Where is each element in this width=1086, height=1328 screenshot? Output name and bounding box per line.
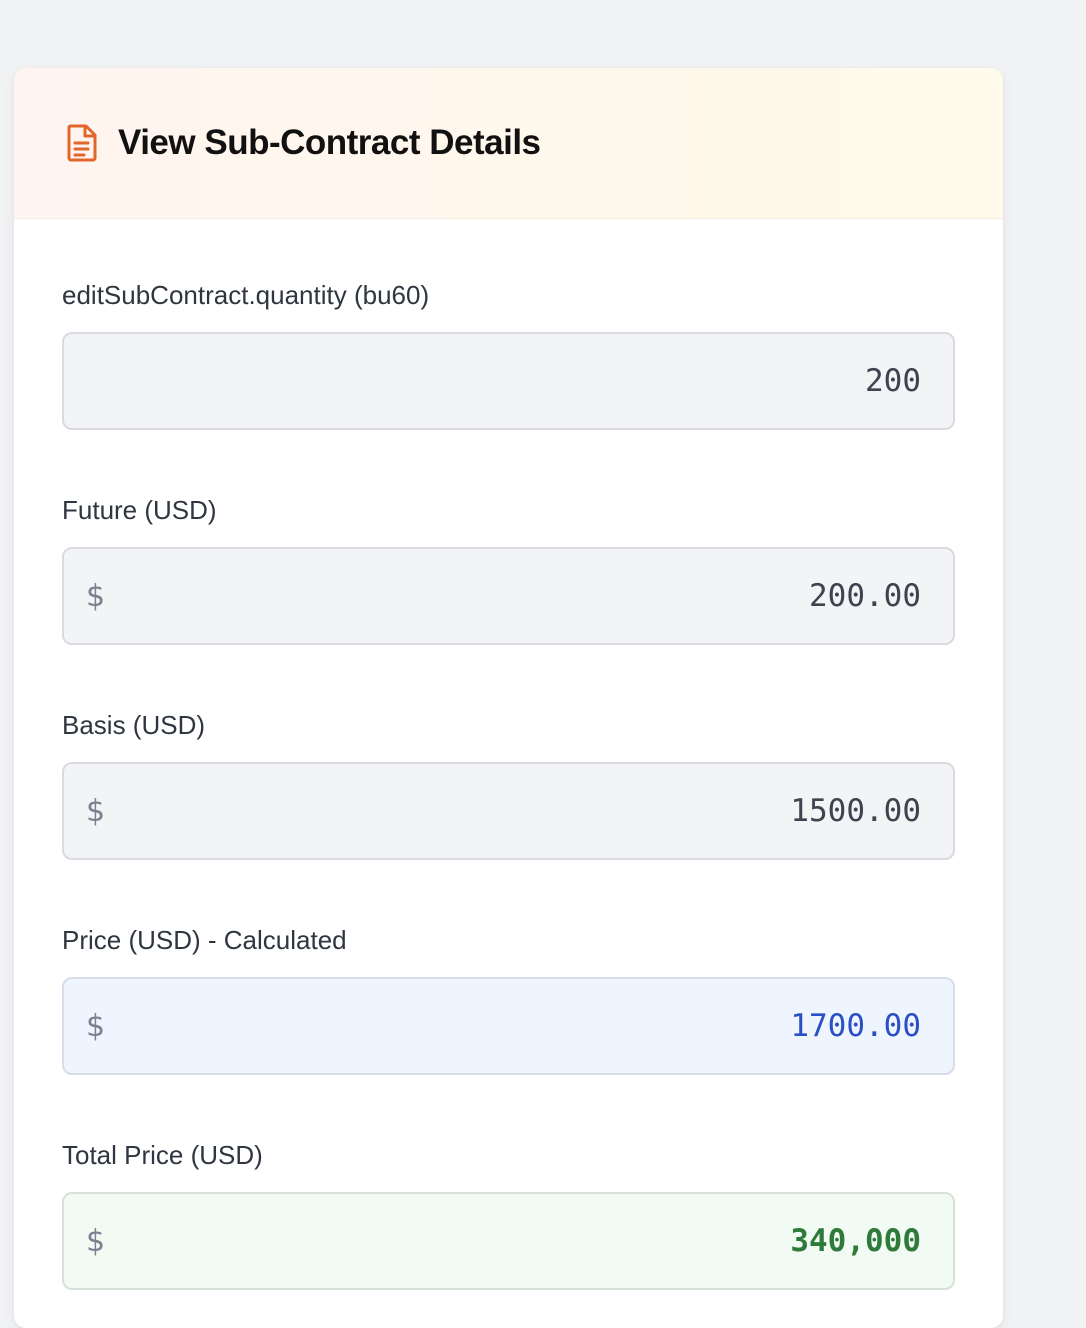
- total-price-input[interactable]: $ 340,000: [62, 1192, 955, 1290]
- price-field: Price (USD) - Calculated $ 1700.00: [62, 924, 955, 1075]
- future-label: Future (USD): [62, 495, 217, 525]
- total-price-field: Total Price (USD) $ 340,000: [62, 1139, 955, 1290]
- quantity-value: 200: [865, 363, 921, 399]
- card-body: editSubContract.quantity (bu60) 200 Futu…: [14, 219, 1003, 1290]
- quantity-label: editSubContract.quantity (bu60): [62, 280, 430, 310]
- price-value: 1700.00: [790, 1008, 921, 1044]
- price-label: Price (USD) - Calculated: [62, 925, 347, 955]
- future-field: Future (USD) $ 200.00: [62, 494, 955, 645]
- dollar-icon: $: [86, 793, 106, 829]
- page-title: View Sub-Contract Details: [118, 123, 541, 162]
- card-header: View Sub-Contract Details: [14, 68, 1003, 219]
- basis-input[interactable]: $ 1500.00: [62, 762, 955, 860]
- dollar-icon: $: [86, 1008, 106, 1044]
- price-input[interactable]: $ 1700.00: [62, 977, 955, 1075]
- quantity-field: editSubContract.quantity (bu60) 200: [62, 279, 955, 430]
- dollar-icon: $: [86, 1223, 106, 1259]
- dollar-icon: $: [86, 578, 106, 614]
- total-price-label: Total Price (USD): [62, 1140, 263, 1170]
- future-input[interactable]: $ 200.00: [62, 547, 955, 645]
- basis-field: Basis (USD) $ 1500.00: [62, 709, 955, 860]
- basis-value: 1500.00: [790, 793, 921, 829]
- future-value: 200.00: [809, 578, 921, 614]
- quantity-input[interactable]: 200: [62, 332, 955, 430]
- basis-label: Basis (USD): [62, 710, 206, 740]
- document-icon: [65, 123, 99, 163]
- total-price-value: 340,000: [790, 1223, 921, 1259]
- subcontract-details-card: View Sub-Contract Details editSubContrac…: [14, 68, 1003, 1328]
